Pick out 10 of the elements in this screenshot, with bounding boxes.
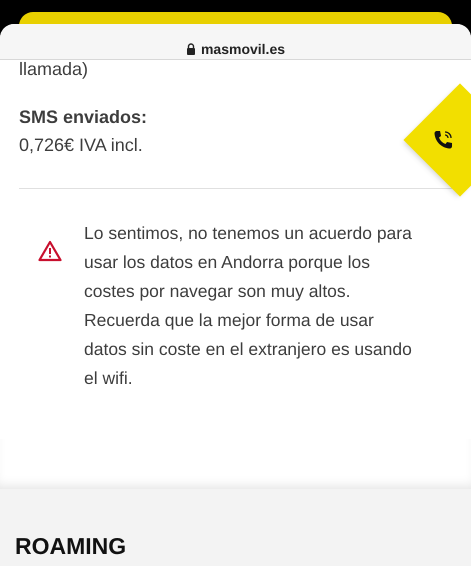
sms-price: 0,726€ IVA incl. (19, 134, 143, 157)
address-bar[interactable]: masmovil.es (0, 24, 471, 60)
notice-message: Lo sentimos, no tenemos un acuerdo para usar los datos en Andorra porque los costes por navegar son muy altos. Recuerda que la mejor forma de usar datos sin coste en el extranjero es usando el wifi. (84, 222, 413, 390)
lock-icon (186, 43, 196, 55)
sms-label: SMS enviados: (19, 106, 148, 129)
section-heading: ROAMING (15, 532, 128, 561)
warning-icon (38, 240, 62, 262)
url-text: masmovil.es (200, 40, 286, 58)
rate-text: llamada) (19, 58, 90, 80)
phone-icon (432, 129, 454, 151)
